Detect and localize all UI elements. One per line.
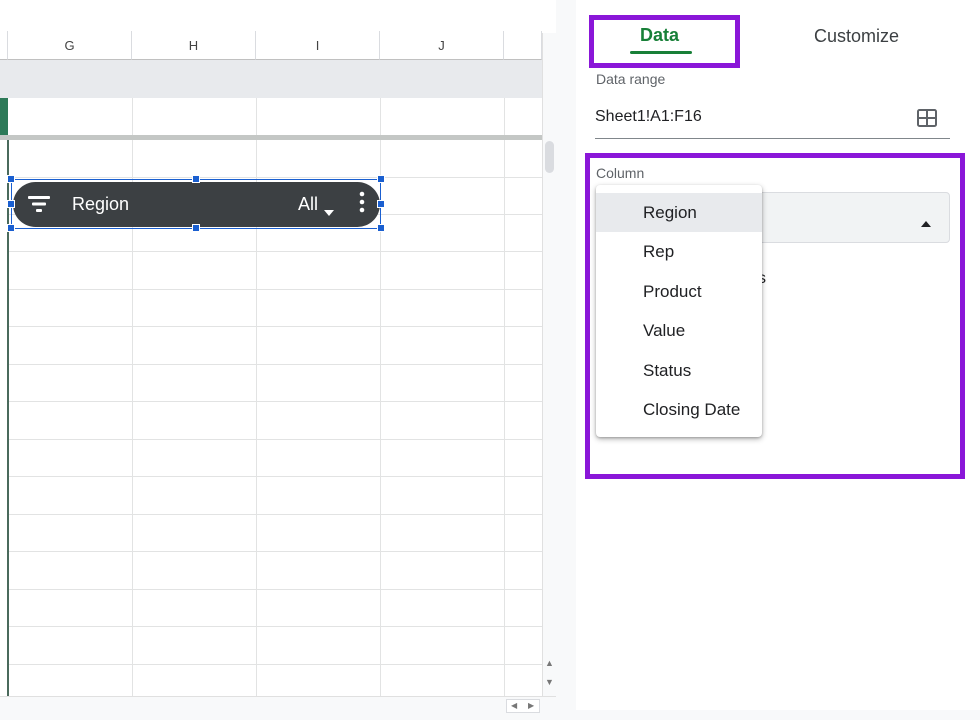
selected-cell-indicator — [0, 98, 8, 135]
scrollbar-thumb[interactable] — [545, 141, 554, 173]
highlight-box-data-tab — [589, 15, 740, 68]
grid-line — [8, 177, 542, 178]
data-range-label: Data range — [596, 71, 666, 87]
scroll-left-arrow-icon[interactable]: ◀ — [511, 701, 517, 710]
resize-handle[interactable] — [377, 200, 385, 208]
frozen-row-divider[interactable] — [0, 135, 542, 140]
scroll-down-arrow-icon[interactable]: ▼ — [545, 677, 554, 687]
column-header-partial[interactable] — [0, 31, 8, 60]
grid-line — [8, 626, 542, 627]
grid-line — [8, 439, 542, 440]
slicer-label: Region — [72, 194, 130, 214]
filter-icon — [27, 194, 51, 219]
resize-handle[interactable] — [7, 175, 15, 183]
vertical-scrollbar[interactable]: ▲ ▼ — [542, 33, 556, 696]
slicer-value[interactable]: All — [298, 194, 318, 215]
highlight-box-column — [585, 153, 965, 479]
grid-line — [8, 514, 542, 515]
region-slicer[interactable]: Region All — [13, 182, 380, 227]
data-range-underline — [595, 138, 950, 139]
data-range-input[interactable]: Sheet1!A1:F16 — [595, 108, 702, 126]
caret-down-icon[interactable] — [324, 203, 334, 221]
grid-line — [8, 251, 542, 252]
grid-line — [8, 289, 542, 290]
resize-handle[interactable] — [7, 200, 15, 208]
column-header-i[interactable]: I — [256, 31, 380, 60]
tab-customize[interactable]: Customize — [814, 26, 899, 47]
header-row-band — [0, 60, 542, 98]
column-header-h[interactable]: H — [132, 31, 256, 60]
scroll-right-arrow-icon[interactable]: ▶ — [528, 701, 534, 710]
grid-line — [8, 476, 542, 477]
horizontal-scrollbar[interactable]: ◀ ▶ — [0, 696, 556, 720]
column-header-j[interactable]: J — [380, 31, 504, 60]
grid-line — [8, 364, 542, 365]
grid-line — [8, 589, 542, 590]
resize-handle[interactable] — [192, 224, 200, 232]
resize-handle[interactable] — [377, 175, 385, 183]
column-header-k[interactable] — [504, 31, 542, 60]
resize-handle[interactable] — [192, 175, 200, 183]
resize-handle[interactable] — [7, 224, 15, 232]
grid-line — [504, 98, 505, 696]
grid-line — [8, 664, 542, 665]
column-header-g[interactable]: G — [8, 31, 132, 60]
more-vertical-icon[interactable] — [359, 190, 365, 219]
resize-handle[interactable] — [377, 224, 385, 232]
grid-line — [8, 326, 542, 327]
scroll-up-arrow-icon[interactable]: ▲ — [545, 658, 554, 668]
scroll-arrows[interactable]: ◀ ▶ — [506, 699, 540, 713]
grid-line — [8, 401, 542, 402]
grid-select-icon[interactable] — [917, 109, 937, 132]
grid-line — [8, 551, 542, 552]
spreadsheet-grid: G H I J Region All ▲ ▼ ◀ ▶ — [0, 0, 556, 720]
